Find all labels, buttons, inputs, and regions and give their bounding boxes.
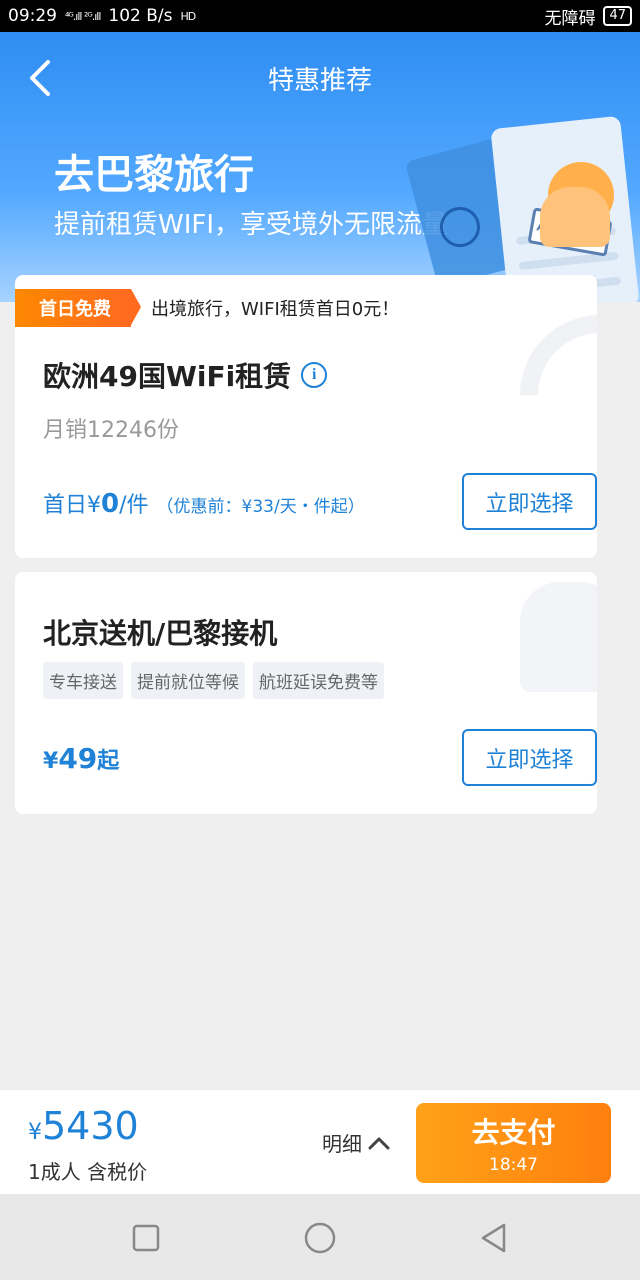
detail-label: 明细	[322, 1132, 362, 1156]
service-tags: 专车接送 提前就位等候 航班延误免费等	[43, 662, 384, 699]
product-title-row: 欧洲49国WiFi租赁 i	[43, 355, 328, 395]
promo-banner: 特惠推荐 去巴黎旅行 提前租赁WIFI，享受境外无限流量 APPROVED	[0, 32, 640, 302]
info-icon[interactable]: i	[301, 362, 328, 388]
status-time: 09:29	[8, 6, 57, 26]
back-icon[interactable]	[476, 1220, 512, 1256]
product-price: 首日¥ 0 /件 （优惠前：¥33/天・件起）	[43, 487, 365, 519]
tag-free-delay: 航班延误免费等	[253, 662, 384, 699]
service-price: ¥ 49 起	[43, 742, 119, 775]
price-unit: /件	[119, 493, 149, 518]
checkout-bar: ¥ 5430 1成人 含税价 明细 去支付 18:47	[0, 1090, 640, 1194]
first-day-free-badge: 首日免费	[15, 289, 141, 327]
hd-icon: HD	[180, 9, 197, 23]
pay-button[interactable]: 去支付 18:47	[416, 1103, 611, 1183]
chevron-up-icon	[368, 1137, 390, 1149]
recent-apps-icon[interactable]	[128, 1220, 164, 1256]
status-bar: 09:29 ⁴ᴳ.ıll ²ᴳ.ıll 102 B/s HD 无障碍 47	[0, 0, 640, 32]
home-icon[interactable]	[302, 1220, 338, 1256]
page-title: 特惠推荐	[267, 66, 372, 96]
price-value: 49	[58, 742, 98, 775]
tag-early-wait: 提前就位等候	[131, 662, 245, 699]
total-subtext: 1成人 含税价	[28, 1160, 148, 1184]
system-nav-bar	[0, 1194, 640, 1280]
hand-illustration	[540, 187, 610, 247]
network-speed: 102 B/s	[108, 6, 173, 26]
total-price: ¥ 5430	[28, 1104, 139, 1148]
price-suffix: 起	[97, 749, 120, 774]
promo-text: 出境旅行，WIFI租赁首日0元！	[151, 299, 400, 320]
carrier-label: 无障碍	[544, 8, 596, 29]
original-price-note: （优惠前：¥33/天・件起）	[156, 497, 365, 517]
battery-icon: 47	[603, 6, 632, 26]
pay-label: 去支付	[471, 1116, 556, 1149]
signal-icon: ⁴ᴳ.ıll ²ᴳ.ıll	[65, 9, 101, 23]
total-currency: ¥	[28, 1120, 42, 1145]
price-currency: ¥	[43, 749, 59, 774]
total-amount: 5430	[42, 1104, 139, 1148]
monthly-sales: 月销12246份	[43, 418, 179, 443]
promo-badge-row: 首日免费 出境旅行，WIFI租赁首日0元！	[15, 289, 399, 327]
pay-countdown: 18:47	[489, 1155, 538, 1175]
banner-title: 去巴黎旅行	[54, 152, 254, 198]
product-title: 欧洲49国WiFi租赁	[43, 360, 292, 393]
tag-dedicated-car: 专车接送	[43, 662, 123, 699]
car-icon	[520, 582, 597, 692]
detail-toggle[interactable]: 明细	[322, 1128, 390, 1157]
price-value: 0	[101, 489, 120, 519]
select-transfer-button[interactable]: 立即选择	[462, 729, 597, 786]
wifi-product-card: 首日免费 出境旅行，WIFI租赁首日0元！ 欧洲49国WiFi租赁 i 月销12…	[15, 275, 597, 558]
banner-subtitle: 提前租赁WIFI，享受境外无限流量	[54, 210, 448, 240]
service-title: 北京送机/巴黎接机	[43, 617, 278, 650]
transfer-product-card: 北京送机/巴黎接机 专车接送 提前就位等候 航班延误免费等 ¥ 49 起 立即选…	[15, 572, 597, 814]
select-wifi-button[interactable]: 立即选择	[462, 473, 597, 530]
price-prefix: 首日¥	[43, 493, 101, 518]
